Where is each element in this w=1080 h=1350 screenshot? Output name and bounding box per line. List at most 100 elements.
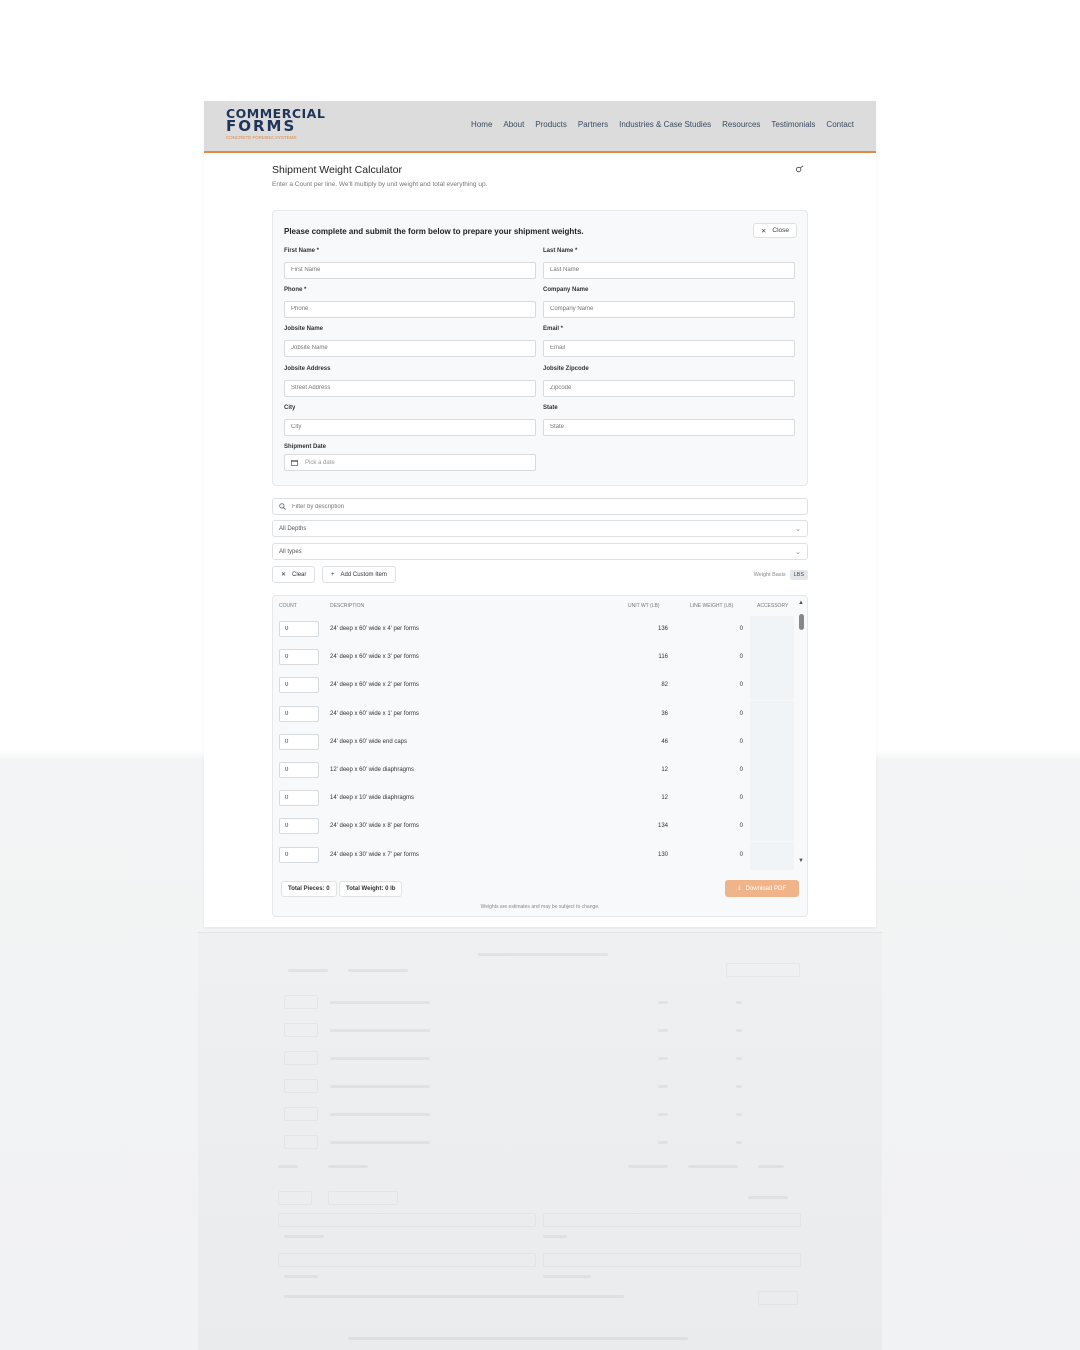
email-input[interactable] [543,339,795,357]
company-input[interactable] [543,300,795,318]
clear-label: Clear [292,571,307,578]
first-name-label: First Name * [284,248,320,254]
count-input[interactable] [279,846,319,863]
reflection-line [348,1337,688,1340]
reflection-line [736,1113,742,1116]
description-filter-input[interactable] [292,503,801,510]
last-name-label: Last Name * [543,248,578,254]
page-reflection [198,932,882,1350]
scroll-down-icon[interactable]: ▼ [797,858,805,864]
description-filter[interactable] [272,498,808,515]
reflection-line [330,1113,430,1116]
nav-about[interactable]: About [503,120,524,129]
type-select[interactable]: All types ⌄ [272,543,808,560]
nav-home[interactable]: Home [471,120,492,129]
line-weight: 0 [739,710,743,717]
close-button[interactable]: ✕ Close [752,223,797,238]
state-input[interactable] [543,418,795,436]
close-label: Close [772,227,789,234]
share-icon[interactable] [795,165,804,176]
column-accessory: Accessory [757,603,789,609]
email-field: Email * [543,326,795,357]
shipment-date-placeholder: Pick a date [305,459,335,466]
table-row: 24' deep x 60' wide x 2' per forms 82 0 [273,672,794,701]
reflection-line [658,1141,668,1144]
column-line-weight: Line Weight (LB) [690,603,734,609]
count-input[interactable] [279,733,319,750]
line-weight: 0 [739,823,743,830]
reflection-line [658,1029,668,1032]
unit-weight: 130 [657,851,668,858]
jobsite-zip-input[interactable] [543,379,795,397]
reflection-line [658,1057,668,1060]
calendar-icon [291,459,298,466]
count-input[interactable] [279,677,319,694]
depth-select[interactable]: All Depths ⌄ [272,520,808,537]
phone-label: Phone * [284,287,307,293]
reflection-line [330,1085,430,1088]
count-input[interactable] [279,649,319,666]
reflection-line [330,1141,430,1144]
form-heading: Please complete and submit the form belo… [284,227,584,236]
first-name-input[interactable] [284,261,536,279]
last-name-input[interactable] [543,261,795,279]
unit-weight: 82 [661,682,668,689]
phone-input[interactable] [284,300,536,318]
count-input[interactable] [279,818,319,835]
accessory-cell [750,644,794,673]
unit-weight: 36 [661,710,668,717]
count-input[interactable] [279,790,319,807]
items-table: Count Description Unit Wt (LB) Line Weig… [272,595,808,917]
nav-industries[interactable]: Industries & Case Studies [619,120,711,129]
city-input[interactable] [284,418,536,436]
count-input[interactable] [279,762,319,778]
reflection-line [758,1165,784,1168]
scroll-up-icon[interactable]: ▲ [797,600,805,606]
weight-basis-toggle[interactable]: LBS [789,570,808,580]
table-row: 24' deep x 60' wide x 4' per forms 136 0 [273,616,794,644]
item-description: 24' deep x 60' wide end caps [330,738,408,745]
nav-contact[interactable]: Contact [826,120,854,129]
reflection-box [278,1191,312,1205]
nav-testimonials[interactable]: Testimonials [771,120,815,129]
reflection-line [736,1001,742,1004]
logo-text-bottom: FORMS [226,117,297,135]
table-scrollbar[interactable]: ▲ ▼ [797,600,805,864]
clear-filters-button[interactable]: ✕ Clear [272,566,316,583]
reflection-line [288,969,328,972]
shipment-date-picker[interactable]: Pick a date [284,454,536,471]
reflection-line [330,1029,430,1032]
reflection-box [284,1051,318,1065]
page-container: COMMERCIAL FORMS CONCRETE FORMING SYSTEM… [204,101,876,927]
total-weight: Total Weight: 0 lb [339,881,403,897]
reflection-box [328,1191,398,1205]
table-header: Count Description Unit Wt (LB) Line Weig… [273,596,793,616]
accessory-cell [750,672,794,701]
nav-products[interactable]: Products [535,120,567,129]
download-pdf-button[interactable]: ⤓ Download PDF [725,880,799,897]
shipment-date-field: Shipment Date Pick a date [284,444,536,471]
city-label: City [284,405,296,411]
count-input[interactable] [279,621,319,637]
line-weight: 0 [739,795,743,802]
site-header: COMMERCIAL FORMS CONCRETE FORMING SYSTEM… [204,101,876,153]
company-label: Company Name [543,287,589,293]
company-logo[interactable]: COMMERCIAL FORMS CONCRETE FORMING SYSTEM… [226,107,326,140]
reflection-line [658,1113,668,1116]
reflection-line [478,953,608,956]
unit-weight: 12 [661,767,668,773]
add-custom-item-button[interactable]: + Add Custom Item [322,566,396,583]
reflection-line [330,1001,430,1004]
jobsite-name-input[interactable] [284,339,536,357]
scroll-thumb[interactable] [799,614,804,630]
nav-resources[interactable]: Resources [722,120,760,129]
page-title: Shipment Weight Calculator [272,164,402,176]
jobsite-zip-field: Jobsite Zipcode [543,366,795,397]
contact-form: Please complete and submit the form belo… [272,210,808,486]
reflection-box [278,1213,536,1227]
jobsite-address-input[interactable] [284,379,536,397]
reflection-box [278,1253,536,1267]
reflection-line [748,1196,788,1199]
nav-partners[interactable]: Partners [578,120,608,129]
count-input[interactable] [279,705,319,722]
